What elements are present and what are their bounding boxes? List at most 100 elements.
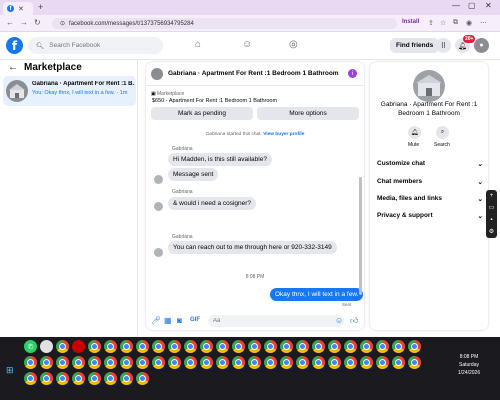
chrome-icon[interactable]	[200, 356, 213, 369]
outlook-icon[interactable]: ▪	[490, 217, 492, 223]
home-icon[interactable]: ⌂	[195, 39, 201, 50]
url-field[interactable]: ⊙ facebook.com/messages/t/13737569347952…	[52, 18, 397, 29]
chrome-icon[interactable]	[392, 356, 405, 369]
chrome-icon[interactable]	[344, 356, 357, 369]
back-arrow-icon[interactable]: ←	[8, 62, 18, 73]
gif-icon[interactable]: GIF	[190, 317, 200, 323]
groups-icon[interactable]: ◎	[289, 39, 298, 50]
chrome-icon[interactable]	[376, 340, 389, 353]
minimize-icon[interactable]: —	[452, 1, 460, 10]
close-window-icon[interactable]: ✕	[485, 1, 492, 10]
chrome-icon[interactable]	[264, 356, 277, 369]
chrome-icon[interactable]	[216, 356, 229, 369]
app-icon[interactable]	[40, 340, 53, 353]
friends-icon[interactable]: ☺	[242, 39, 252, 50]
forward-icon[interactable]: →	[20, 18, 28, 27]
chrome-icon[interactable]	[248, 356, 261, 369]
facebook-logo[interactable]: f	[6, 37, 23, 54]
chrome-icon[interactable]	[104, 356, 117, 369]
chrome-icon[interactable]	[344, 340, 357, 353]
chrome-icon[interactable]	[88, 372, 101, 385]
sender-avatar[interactable]	[154, 248, 163, 257]
apps-menu-icon[interactable]: ⠿	[436, 38, 451, 53]
chrome-icon[interactable]	[120, 340, 133, 353]
close-tab-icon[interactable]: ✕	[18, 5, 24, 13]
search-icon[interactable]: ⌕	[436, 126, 449, 139]
chrome-icon[interactable]	[200, 340, 213, 353]
chrome-icon[interactable]	[136, 356, 149, 369]
chrome-icon[interactable]	[280, 356, 293, 369]
microphone-icon[interactable]: 🎤︎	[151, 316, 161, 325]
chrome-icon[interactable]	[168, 340, 181, 353]
message-bubble[interactable]: Hi Madden, is this still available?	[168, 153, 272, 166]
chat-scrollbar[interactable]	[359, 177, 362, 295]
menu-icon[interactable]: ⋯	[480, 19, 487, 27]
chrome-icon[interactable]	[248, 340, 261, 353]
chrome-icon[interactable]	[120, 372, 133, 385]
add-icon[interactable]: +	[490, 193, 494, 199]
view-buyer-profile-link[interactable]: View buyer profile	[263, 132, 304, 137]
facebook-search[interactable]: 🔍︎	[28, 37, 163, 54]
chrome-icon[interactable]	[72, 356, 85, 369]
chrome-icon[interactable]	[312, 340, 325, 353]
chrome-icon[interactable]	[88, 340, 101, 353]
chrome-icon[interactable]	[56, 340, 69, 353]
mute-icon[interactable]: 🔔︎	[408, 126, 421, 139]
gallery-icon[interactable]: ▦	[164, 316, 172, 325]
chrome-icon[interactable]	[136, 372, 149, 385]
windows-start-icon[interactable]: ⊞	[6, 365, 14, 376]
outgoing-message-bubble[interactable]: Okay thnx, I will text in a few.	[270, 288, 364, 301]
sender-avatar[interactable]	[154, 202, 163, 211]
chrome-icon[interactable]	[24, 372, 37, 385]
search-input[interactable]	[49, 42, 160, 49]
whatsapp-icon[interactable]: ✆	[24, 340, 37, 353]
more-options-button[interactable]: More options	[257, 107, 359, 120]
message-bubble[interactable]: You can reach out to me through here or …	[168, 241, 337, 254]
briefcase-icon[interactable]: ▭	[489, 204, 495, 211]
privacy-support-row[interactable]: Privacy & support ⌄	[377, 212, 483, 220]
sender-avatar[interactable]	[154, 175, 163, 184]
chrome-icon[interactable]	[152, 340, 165, 353]
chrome-icon[interactable]	[312, 356, 325, 369]
profile-icon[interactable]: ◉	[466, 19, 472, 27]
message-bubble[interactable]: & would i need a cosigner?	[168, 197, 257, 210]
customize-chat-row[interactable]: Customize chat ⌄	[377, 160, 483, 168]
chrome-icon[interactable]	[72, 372, 85, 385]
extensions-icon[interactable]: ⧉	[453, 19, 458, 27]
new-tab-icon[interactable]: +	[38, 2, 43, 12]
chrome-icon[interactable]	[360, 356, 373, 369]
chrome-icon[interactable]	[408, 356, 421, 369]
chrome-icon[interactable]	[296, 340, 309, 353]
bookmark-icon[interactable]: ☆	[440, 19, 446, 27]
chat-title[interactable]: Gabriana · Apartment For Rent :1 Bedroom…	[168, 70, 339, 77]
site-info-icon[interactable]: ⊙	[60, 20, 65, 27]
chrome-icon[interactable]	[232, 340, 245, 353]
chrome-icon[interactable]	[264, 340, 277, 353]
chrome-icon[interactable]	[392, 340, 405, 353]
emoji-icon[interactable]: ☺	[335, 316, 343, 325]
chrome-icon[interactable]	[40, 372, 53, 385]
chrome-icon[interactable]	[104, 372, 117, 385]
find-friends-button[interactable]: Find friends	[390, 38, 440, 53]
share-icon[interactable]: ⇪	[428, 19, 434, 27]
chrome-icon[interactable]	[296, 356, 309, 369]
browser-tab[interactable]: f ✕	[3, 2, 33, 15]
chrome-icon[interactable]	[152, 356, 165, 369]
chrome-icon[interactable]	[88, 356, 101, 369]
message-bubble[interactable]: Message sent	[168, 168, 219, 181]
back-icon[interactable]: ←	[6, 18, 14, 27]
chrome-icon[interactable]	[184, 340, 197, 353]
chrome-icon[interactable]	[120, 356, 133, 369]
conversation-item[interactable]: Gabriana · Apartment For Rent :1 B... Yo…	[3, 76, 136, 106]
install-button[interactable]: Install	[402, 19, 419, 25]
chat-members-row[interactable]: Chat members ⌄	[377, 178, 483, 186]
chrome-icon[interactable]	[56, 372, 69, 385]
media-files-row[interactable]: Media, files and links ⌄	[377, 195, 483, 203]
message-input[interactable]	[208, 315, 344, 327]
chrome-icon[interactable]	[280, 340, 293, 353]
app-icon[interactable]	[72, 340, 85, 353]
chrome-icon[interactable]	[328, 356, 341, 369]
chrome-icon[interactable]	[40, 356, 53, 369]
chrome-icon[interactable]	[184, 356, 197, 369]
chrome-icon[interactable]	[24, 356, 37, 369]
